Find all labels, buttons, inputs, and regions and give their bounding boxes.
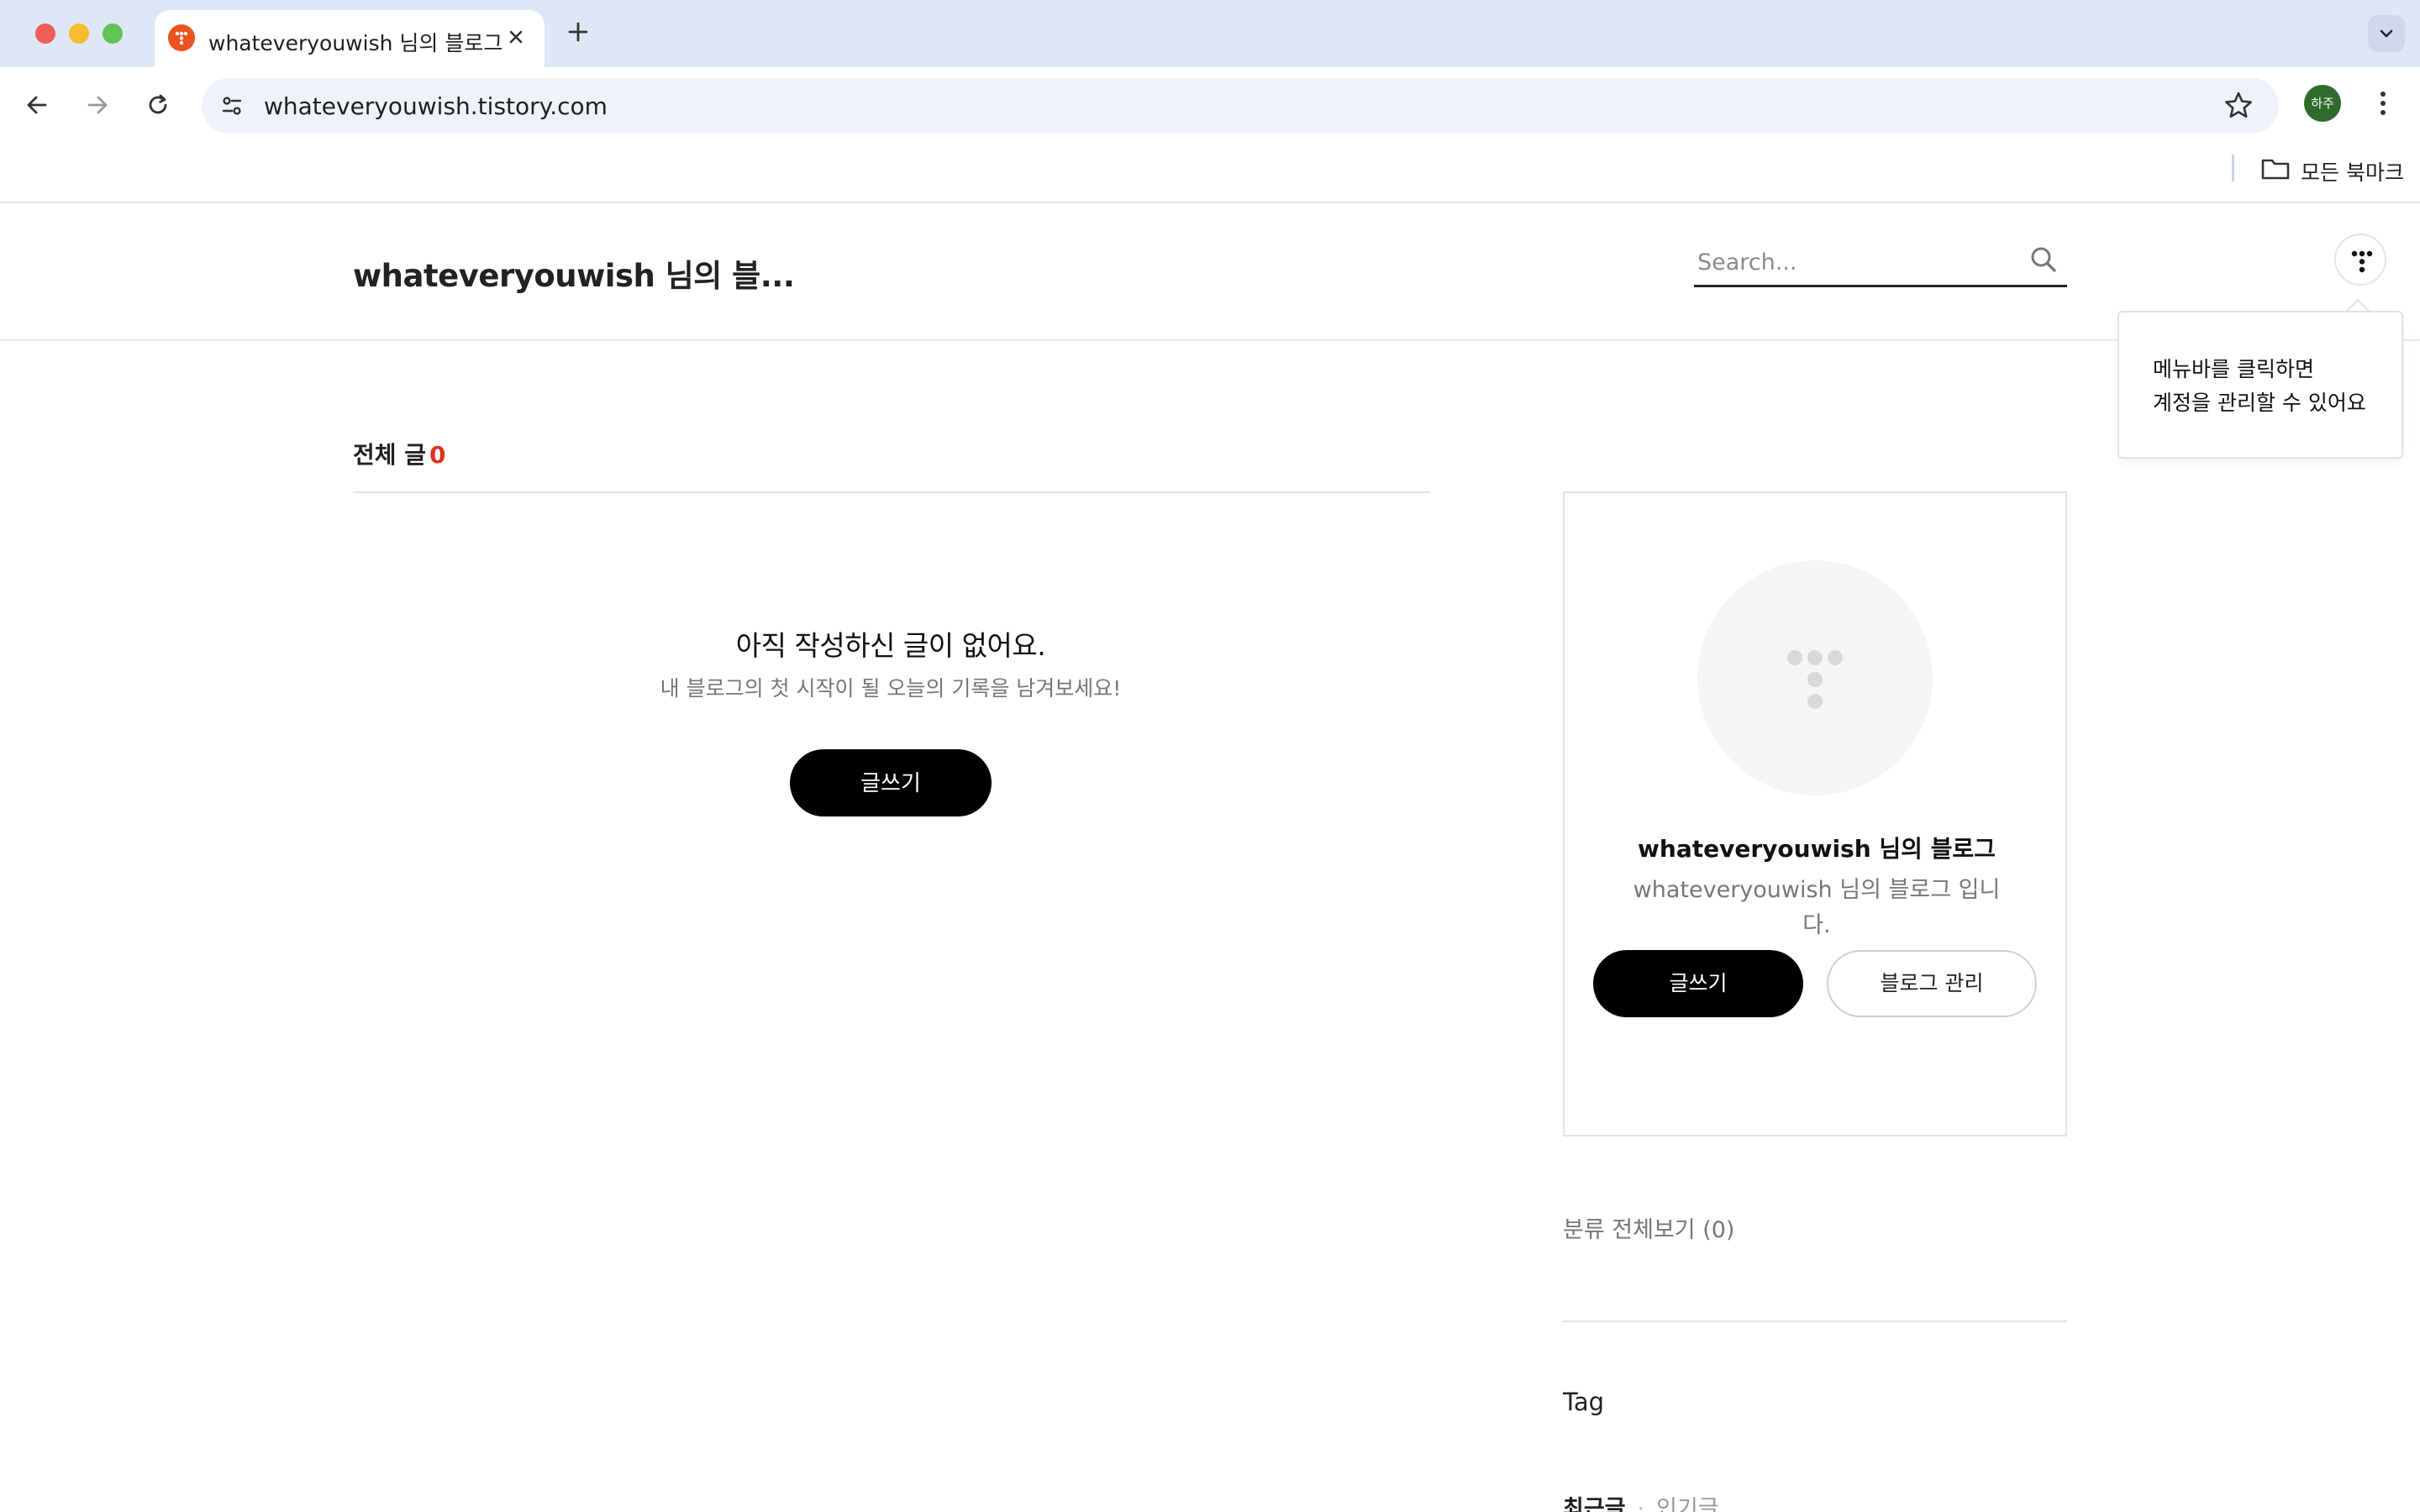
- new-tab-icon[interactable]: [561, 15, 595, 49]
- window-maximize-button[interactable]: [103, 24, 123, 44]
- bookmark-star-icon[interactable]: [2222, 89, 2255, 123]
- browser-toolbar: whateveryouwish.tistory.com 하주: [0, 67, 2420, 143]
- address-bar[interactable]: whateveryouwish.tistory.com: [202, 78, 2279, 134]
- blog-avatar: [1697, 560, 1933, 795]
- search-box: [1694, 239, 2067, 287]
- window-close-button[interactable]: [35, 24, 55, 44]
- blog-description: whateveryouwish 님의 블로그 입니다.: [1633, 877, 2001, 938]
- site-info-tune-icon[interactable]: [213, 87, 250, 124]
- window-minimize-button[interactable]: [69, 24, 89, 44]
- url-text: whateveryouwish.tistory.com: [264, 92, 608, 120]
- search-icon[interactable]: [2027, 244, 2060, 277]
- account-menu-button[interactable]: [2334, 234, 2386, 286]
- empty-state-title: 아직 작성하신 글이 없어요.: [735, 629, 1046, 662]
- sidebar-write-button[interactable]: 글쓰기: [1593, 950, 1803, 1017]
- tab-popular-posts[interactable]: 인기글: [1656, 1496, 1719, 1512]
- recent-popular-tabs: 최근글 · 인기글: [1563, 1490, 1719, 1512]
- tistory-logo-icon: [1787, 650, 1843, 709]
- browser-tab-active[interactable]: whateveryouwish 님의 블로그: [155, 10, 544, 67]
- tistory-favicon-icon: [168, 24, 195, 51]
- profile-avatar[interactable]: 하주: [2304, 85, 2341, 122]
- blog-page: whateveryouwish 님의 블... 메뉴바를 클릭하면 계정을 관리…: [0, 203, 2420, 1512]
- blog-name: whateveryouwish 님의 블로그: [1638, 835, 1996, 863]
- tistory-menu-icon: [2351, 250, 2373, 273]
- tab-search-chevron-down-icon[interactable]: [2368, 15, 2405, 52]
- category-all-link[interactable]: 분류 전체보기 (0): [1563, 1211, 1734, 1244]
- tooltip-text: 메뉴바를 클릭하면 계정을 관리할 수 있어요: [2153, 357, 2366, 415]
- browser-tab-bar: whateveryouwish 님의 블로그: [0, 0, 2420, 67]
- total-posts-count: 0: [429, 441, 446, 469]
- bookmarks-separator: [2232, 155, 2234, 181]
- blog-profile-card: whateveryouwish 님의 블로그 whateveryouwish 님…: [1563, 491, 2067, 1137]
- menu-hint-tooltip: 메뉴바를 클릭하면 계정을 관리할 수 있어요: [2118, 311, 2403, 459]
- tab-title: whateveryouwish 님의 블로그: [208, 31, 503, 55]
- forward-arrow-icon[interactable]: [77, 85, 118, 125]
- tab-separator: ·: [1637, 1496, 1645, 1512]
- all-bookmarks-label: 모든 북마크: [2301, 160, 2404, 185]
- sidebar-divider: [1563, 1320, 2067, 1322]
- browser-menu-kebab-icon[interactable]: [2365, 85, 2402, 122]
- tab-recent-posts[interactable]: 최근글: [1563, 1496, 1626, 1512]
- tag-heading: Tag: [1563, 1388, 1605, 1416]
- folder-icon: [2261, 159, 2290, 180]
- main-divider: [353, 491, 1430, 493]
- back-arrow-icon[interactable]: [17, 85, 57, 125]
- bookmarks-bar: 모든 북마크: [0, 143, 2420, 203]
- blog-manage-button[interactable]: 블로그 관리: [1827, 950, 2037, 1017]
- total-posts-label: 전체 글: [353, 441, 427, 469]
- reload-icon[interactable]: [138, 85, 178, 125]
- search-input[interactable]: [1697, 242, 2017, 282]
- write-post-button[interactable]: 글쓰기: [790, 749, 992, 816]
- blog-title-link[interactable]: whateveryouwish 님의 블...: [353, 250, 795, 296]
- total-posts-heading: 전체 글0: [353, 437, 446, 470]
- empty-state-subtitle: 내 블로그의 첫 시작이 될 오늘의 기록을 남겨보세요!: [660, 676, 1122, 701]
- tab-close-icon[interactable]: [501, 22, 531, 52]
- blog-header: whateveryouwish 님의 블...: [0, 203, 2420, 341]
